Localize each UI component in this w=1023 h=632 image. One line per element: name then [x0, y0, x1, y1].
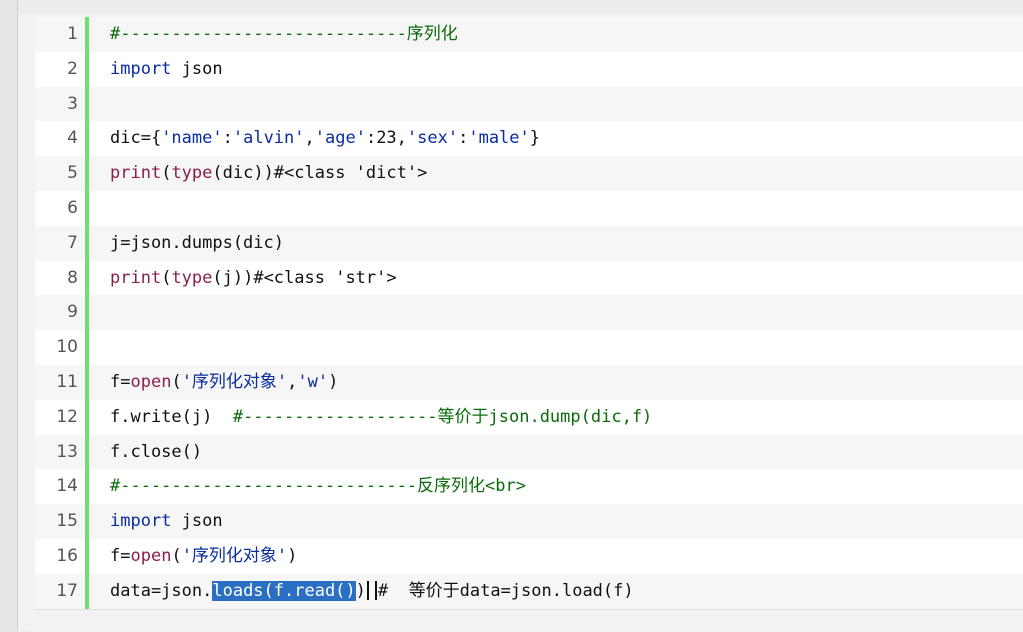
- code-line[interactable]: 14 #-----------------------------反序列化<br>: [35, 469, 1023, 504]
- line-number: 7: [67, 232, 78, 253]
- code-line[interactable]: 5 print(type(dic))#<class 'dict'>: [35, 156, 1023, 191]
- code-line[interactable]: 15 import json: [35, 504, 1023, 539]
- line-number: 10: [56, 337, 78, 358]
- code-token: '序列化对象': [181, 546, 288, 566]
- code-token: :: [222, 128, 233, 149]
- gutter-divider: [85, 17, 89, 609]
- line-number: 17: [56, 580, 78, 601]
- code-token: json: [171, 511, 223, 532]
- code-text[interactable]: import json: [110, 52, 223, 87]
- code-token: #: [377, 580, 409, 601]
- code-token: f.close(): [110, 441, 203, 462]
- code-text[interactable]: import json: [110, 504, 223, 539]
- code-token: (j))#<class 'str'>: [212, 267, 397, 288]
- line-number: 16: [56, 546, 78, 566]
- code-token: 'name': [161, 128, 223, 149]
- code-text[interactable]: data=json.loads(f.read()) # 等价于data=json.…: [110, 574, 634, 609]
- code-text[interactable]: #-----------------------------反序列化<br>: [110, 469, 526, 504]
- line-number: 2: [67, 58, 78, 79]
- line-number: 4: [67, 128, 78, 149]
- code-text[interactable]: f=open('序列化对象'): [110, 539, 297, 574]
- code-token: j=json.dumps(dic): [110, 232, 284, 253]
- line-number: 14: [56, 476, 78, 497]
- code-line[interactable]: 7 j=json.dumps(dic): [35, 225, 1023, 261]
- code-token: type: [171, 267, 213, 288]
- code-token: (: [161, 267, 172, 288]
- code-token: (dic))#<class 'dict'>: [212, 163, 428, 184]
- code-line[interactable]: 12 f.write(j) #-------------------等价于json…: [35, 400, 1023, 435]
- code-token: json: [171, 58, 223, 79]
- code-token: 'alvin': [232, 128, 305, 149]
- code-token: '序列化对象': [181, 372, 288, 392]
- text-cursor-icon: [366, 581, 377, 601]
- code-token: f=: [110, 372, 131, 392]
- code-token: ): [287, 546, 298, 566]
- code-token: ,: [304, 128, 315, 149]
- code-token: open: [130, 372, 172, 392]
- code-token: 'sex': [406, 128, 459, 149]
- code-token: 'w': [297, 372, 329, 392]
- code-token: import: [110, 511, 172, 532]
- code-token: #-------------------等价于json.dump(dic,f): [232, 406, 653, 427]
- code-token: print: [110, 267, 162, 288]
- code-line[interactable]: 1 #----------------------------序列化: [35, 17, 1023, 52]
- code-line[interactable]: 11 f=open('序列化对象','w'): [35, 365, 1023, 400]
- code-text[interactable]: f.write(j) #-------------------等价于json.d…: [110, 400, 652, 435]
- code-token: :23,: [365, 128, 407, 149]
- code-line[interactable]: 6: [35, 191, 1023, 226]
- code-token: import: [110, 58, 172, 79]
- code-token: :: [458, 128, 469, 149]
- code-token: open: [130, 546, 172, 566]
- line-number: 13: [56, 441, 78, 462]
- line-number: 8: [67, 267, 78, 288]
- line-number: 6: [67, 198, 78, 218]
- line-number: 15: [56, 511, 78, 532]
- code-token: (: [171, 372, 182, 392]
- code-line[interactable]: 2 import json: [35, 52, 1023, 87]
- code-line[interactable]: 16 f=open('序列化对象'): [35, 539, 1023, 574]
- code-text[interactable]: print(type(j))#<class 'str'>: [110, 261, 397, 296]
- code-token: 'age': [314, 128, 366, 149]
- code-token: type: [171, 163, 213, 184]
- line-number: 5: [67, 163, 78, 184]
- line-number: 3: [67, 93, 78, 114]
- line-number: 9: [67, 302, 78, 323]
- code-line[interactable]: 17 data=json.loads(f.read()) # 等价于data=jso…: [35, 573, 1023, 609]
- code-text[interactable]: #----------------------------序列化: [110, 17, 458, 52]
- window-left-border: [0, 0, 18, 631]
- code-token: print: [110, 163, 162, 184]
- code-token: 等价于data=json.load(f): [408, 580, 634, 601]
- code-text[interactable]: f.close(): [110, 435, 202, 470]
- line-number: 12: [56, 406, 78, 427]
- code-token: f=: [110, 546, 131, 566]
- code-line[interactable]: 3: [35, 86, 1023, 122]
- code-token: f.write(j): [110, 406, 233, 427]
- code-text[interactable]: print(type(dic))#<class 'dict'>: [110, 156, 427, 191]
- selected-text: loads(f.read(): [212, 580, 356, 601]
- code-text[interactable]: f=open('序列化对象','w'): [110, 365, 338, 400]
- code-text[interactable]: dic={'name':'alvin','age':23,'sex':'male…: [110, 121, 540, 156]
- code-line[interactable]: 10: [35, 330, 1023, 365]
- code-token: #----------------------------序列化: [110, 24, 458, 44]
- code-token: dic={: [110, 128, 162, 149]
- code-token: }: [529, 128, 541, 149]
- code-token: 'male': [468, 128, 530, 149]
- code-token: ): [328, 372, 339, 392]
- code-line[interactable]: 8 print(type(j))#<class 'str'>: [35, 261, 1023, 296]
- line-number: 11: [56, 372, 78, 392]
- code-token: (: [161, 163, 172, 184]
- code-token: data=json.: [110, 580, 213, 601]
- code-token: ,: [287, 372, 298, 392]
- code-line[interactable]: 13 f.close(): [35, 434, 1023, 470]
- code-token: (: [171, 546, 182, 566]
- code-line[interactable]: 4 dic={'name':'alvin','age':23,'sex':'mal…: [35, 121, 1023, 156]
- code-line[interactable]: 9: [35, 295, 1023, 331]
- code-text[interactable]: j=json.dumps(dic): [110, 226, 284, 261]
- scroll-area-bottom: [35, 609, 1023, 632]
- line-number: 1: [67, 24, 78, 44]
- code-token: #-----------------------------反序列化<br>: [110, 476, 526, 497]
- code-token: ): [355, 580, 366, 601]
